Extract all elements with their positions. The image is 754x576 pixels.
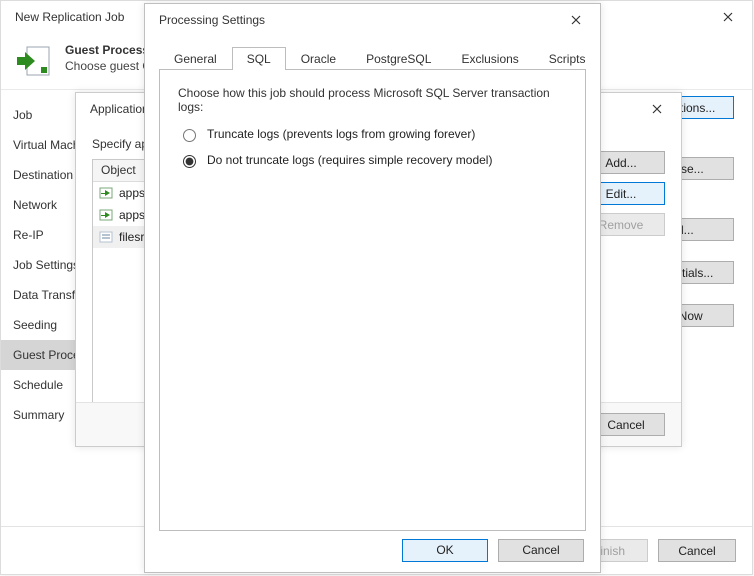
proc-cancel-button[interactable]: Cancel <box>498 539 584 562</box>
wizard-step-icon <box>15 43 53 81</box>
proc-tabs: General SQL Oracle PostgreSQL Exclusions… <box>145 36 600 69</box>
vm-icon <box>99 230 113 244</box>
close-icon[interactable] <box>641 93 673 125</box>
vm-icon <box>99 186 113 200</box>
proc-tabpanel: Choose how this job should process Micro… <box>159 69 586 531</box>
cancel-button[interactable]: Cancel <box>658 539 736 562</box>
vm-icon <box>99 208 113 222</box>
proc-title: Processing Settings <box>159 13 265 27</box>
wizard-title: New Replication Job <box>15 10 124 24</box>
tab-scripts[interactable]: Scripts <box>534 47 601 70</box>
radio-truncate-label: Truncate logs (prevents logs from growin… <box>207 127 475 141</box>
proc-footer: OK Cancel <box>145 528 600 572</box>
close-icon[interactable] <box>560 6 592 34</box>
radio-do-not-truncate[interactable]: Do not truncate logs (requires simple re… <box>178 152 567 168</box>
radio-do-not-truncate-label: Do not truncate logs (requires simple re… <box>207 153 492 167</box>
tab-exclusions[interactable]: Exclusions <box>446 47 533 70</box>
radio-do-not-truncate-input[interactable] <box>183 155 196 168</box>
tab-postgresql[interactable]: PostgreSQL <box>351 47 446 70</box>
tab-general[interactable]: General <box>159 47 232 70</box>
tab-sql[interactable]: SQL <box>232 47 286 70</box>
processing-settings-dialog: Processing Settings General SQL Oracle P… <box>144 3 601 573</box>
proc-description: Choose how this job should process Micro… <box>178 86 567 114</box>
close-icon[interactable] <box>712 3 744 31</box>
radio-truncate[interactable]: Truncate logs (prevents logs from growin… <box>178 126 567 142</box>
radio-truncate-input[interactable] <box>183 129 196 142</box>
tab-oracle[interactable]: Oracle <box>286 47 351 70</box>
proc-ok-button[interactable]: OK <box>402 539 488 562</box>
proc-titlebar: Processing Settings <box>145 4 600 36</box>
